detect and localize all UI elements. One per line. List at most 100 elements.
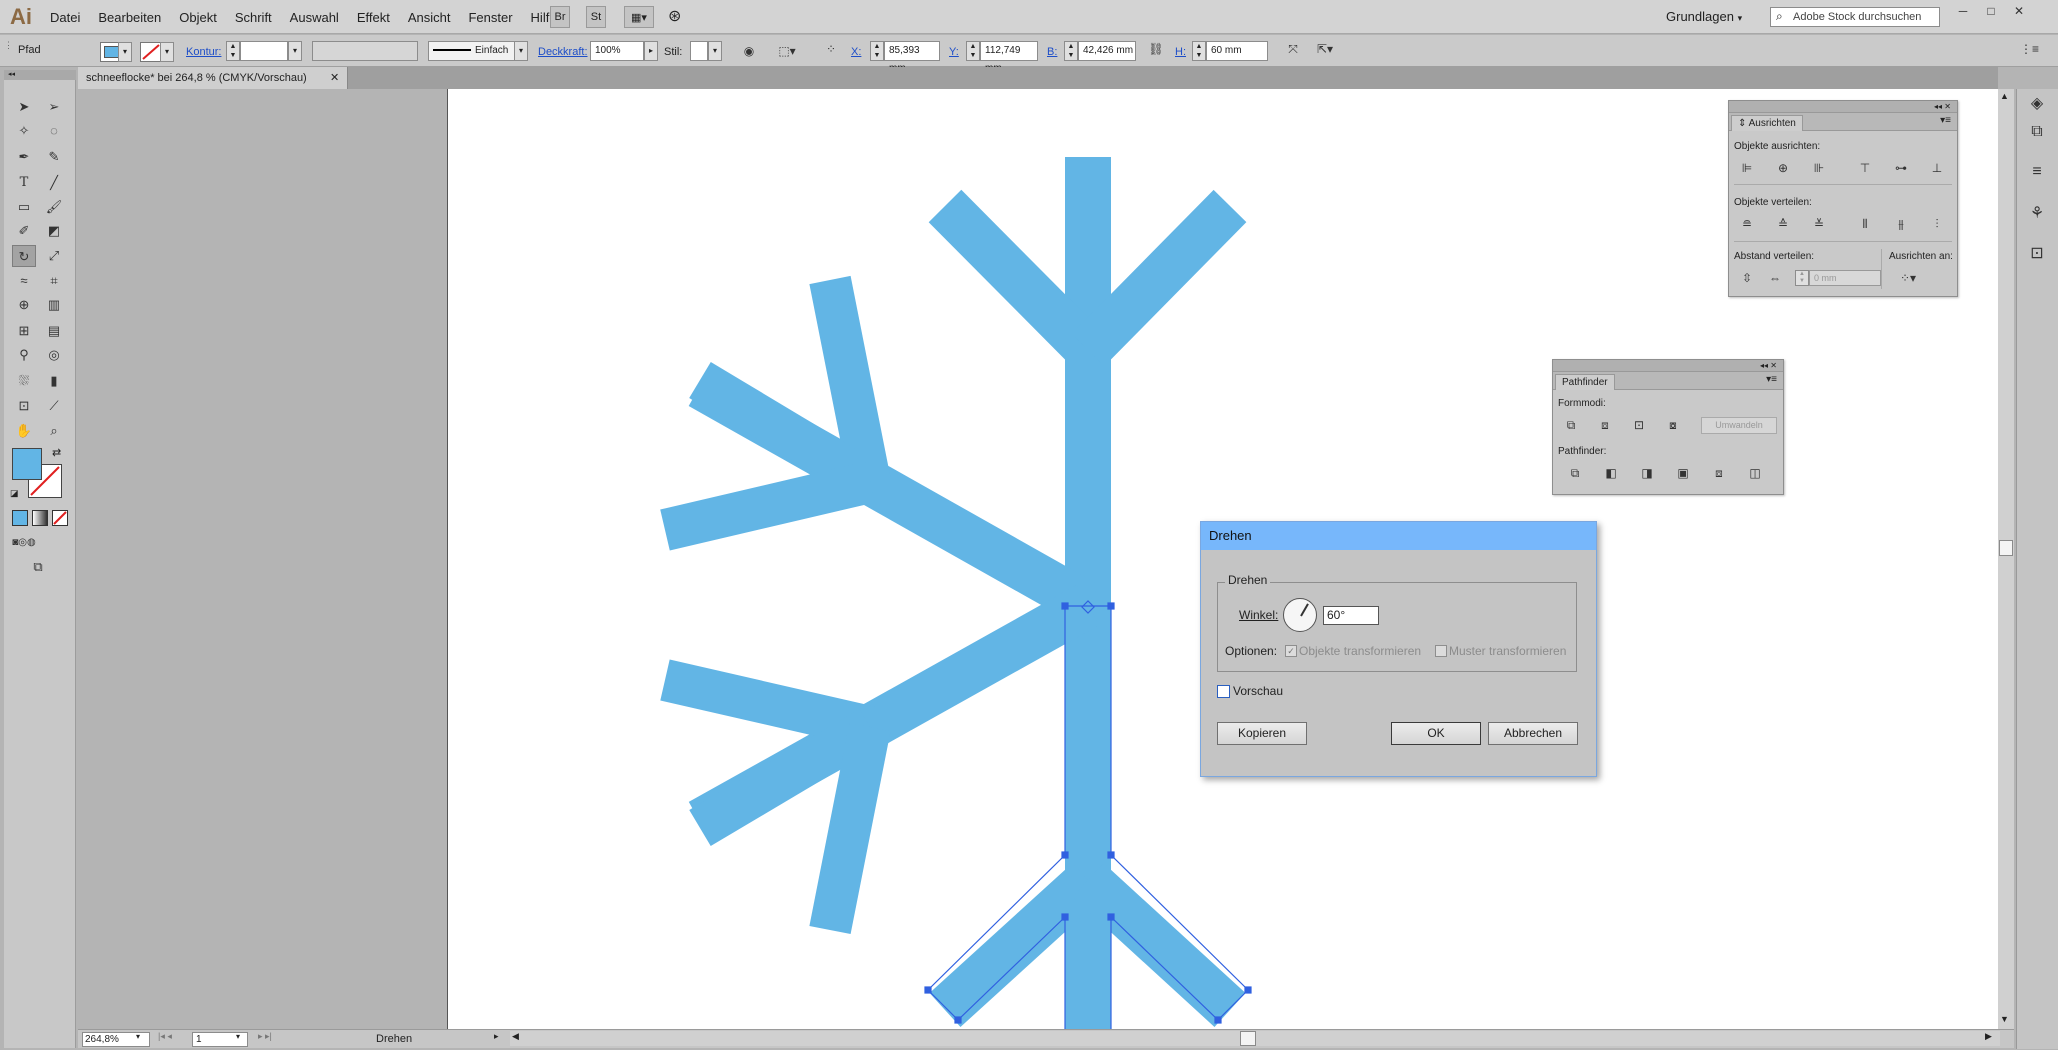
isolate-icon[interactable]: ⇱▾ xyxy=(1316,41,1334,57)
workspace-switcher[interactable]: Grundlagen ▾ xyxy=(1666,9,1742,24)
rectangle-tool-icon[interactable]: ▭ xyxy=(12,196,36,218)
width-tool-icon[interactable]: ≈ xyxy=(12,270,36,292)
default-colors-icon[interactable]: ◪ xyxy=(10,488,19,499)
width-field[interactable]: 42,426 mm xyxy=(1078,41,1136,61)
zoom-tool-icon[interactable]: ⌕ xyxy=(42,420,66,442)
align-top-icon[interactable]: ⊤ xyxy=(1855,159,1875,177)
maximize-button[interactable]: □ xyxy=(1978,2,2004,20)
preview-checkbox[interactable] xyxy=(1217,685,1230,698)
trim-icon[interactable]: ◧ xyxy=(1601,464,1621,482)
outline-icon[interactable]: ⧈ xyxy=(1709,464,1729,482)
anchor-point[interactable] xyxy=(954,1016,962,1024)
divide-icon[interactable]: ⧉ xyxy=(1565,464,1585,482)
distribute-left-icon[interactable]: ⫴ xyxy=(1855,215,1875,233)
exclude-icon[interactable]: ⧇ xyxy=(1663,416,1683,434)
eyedropper-tool-icon[interactable]: ⚲ xyxy=(12,344,36,366)
unite-icon[interactable]: ⧉ xyxy=(1561,416,1581,434)
type-tool-icon[interactable]: T xyxy=(12,172,36,194)
artboards-panel-icon[interactable]: ⧉ xyxy=(2024,120,2050,144)
symbol-sprayer-tool-icon[interactable]: ⛆ xyxy=(12,370,36,392)
lower-left-sub-branch-a[interactable] xyxy=(660,659,875,748)
anchor-point[interactable] xyxy=(1244,986,1252,994)
menu-auswahl[interactable]: Auswahl xyxy=(290,10,339,25)
panel-menu-icon[interactable]: ▾≡ xyxy=(1940,115,1951,126)
minimize-button[interactable]: ─ xyxy=(1950,2,1976,20)
minus-front-icon[interactable]: ⧈ xyxy=(1595,416,1615,434)
transform-patterns-checkbox[interactable] xyxy=(1435,645,1447,657)
minus-back-icon[interactable]: ◫ xyxy=(1745,464,1765,482)
stroke-dropdown-icon[interactable]: ▾ xyxy=(160,42,174,62)
hand-tool-icon[interactable]: ✋ xyxy=(12,420,36,442)
merge-icon[interactable]: ◨ xyxy=(1637,464,1657,482)
fill-color-front[interactable] xyxy=(12,448,42,480)
vertical-scroll-thumb[interactable] xyxy=(1999,540,2013,556)
opacity-field[interactable]: 100% xyxy=(590,41,644,61)
recolor-artwork-icon[interactable]: ◉ xyxy=(740,43,758,59)
shaper-tool-icon[interactable]: ✐ xyxy=(12,220,36,242)
artboard-tool-icon[interactable]: ⊡ xyxy=(12,395,36,417)
align-horizontal-center-icon[interactable]: ⊕ xyxy=(1773,159,1793,177)
slice-tool-icon[interactable]: ⟋ xyxy=(42,395,66,417)
spacing-field[interactable]: 0 mm xyxy=(1809,270,1881,286)
distribute-vertical-center-icon[interactable]: ≙ xyxy=(1773,215,1793,233)
gradient-tool-icon[interactable]: ▤ xyxy=(42,320,66,342)
width-spinner[interactable]: ▲ ▼ xyxy=(1064,41,1078,61)
column-graph-tool-icon[interactable]: ▮ xyxy=(42,370,66,392)
document-tab[interactable]: schneeflocke* bei 264,8 % (CMYK/Vorschau… xyxy=(78,67,348,89)
style-swatch[interactable] xyxy=(690,41,708,61)
align-vertical-center-icon[interactable]: ⊶ xyxy=(1891,159,1911,177)
constrain-proportions-icon[interactable]: ⛓ xyxy=(1147,41,1165,57)
distribute-horizontal-center-icon[interactable]: ⫵ xyxy=(1891,215,1911,233)
deckkraft-link[interactable]: Deckkraft: xyxy=(538,46,588,58)
curvature-tool-icon[interactable]: ✎ xyxy=(42,146,66,168)
selection-tool-icon[interactable]: ➤ xyxy=(12,96,36,118)
arrange-documents-icon[interactable]: ▦▾ xyxy=(624,6,654,28)
direct-selection-tool-icon[interactable]: ➢ xyxy=(42,96,66,118)
anchor-point[interactable] xyxy=(924,986,932,994)
close-window-button[interactable]: ✕ xyxy=(2006,2,2032,20)
panel-collapse-bar[interactable]: ◂◂ ✕ xyxy=(1729,101,1957,113)
fill-dropdown-icon[interactable]: ▾ xyxy=(118,42,132,62)
stock-button[interactable]: St xyxy=(586,6,606,28)
align-bottom-icon[interactable]: ⊥ xyxy=(1927,159,1947,177)
zoom-dropdown-icon[interactable]: ▾ xyxy=(136,1032,140,1041)
spacing-spinner[interactable]: ▲ ▼ xyxy=(1795,270,1809,286)
perspective-grid-tool-icon[interactable]: ▥ xyxy=(42,294,66,316)
x-label[interactable]: X: xyxy=(851,46,861,58)
anchor-point[interactable] xyxy=(1061,913,1069,921)
panel-menu-icon[interactable]: ▾≡ xyxy=(1766,374,1777,385)
none-mode-icon[interactable] xyxy=(52,510,68,526)
paintbrush-tool-icon[interactable]: 🖌 xyxy=(42,196,66,218)
line-tool-icon[interactable]: ╱ xyxy=(42,172,66,194)
lasso-tool-icon[interactable]: ◌ xyxy=(42,120,66,142)
scroll-down-arrow-icon[interactable]: ▼ xyxy=(2000,1014,2009,1024)
brushes-panel-icon[interactable]: ⚘ xyxy=(2024,202,2050,226)
y-spinner[interactable]: ▲ ▼ xyxy=(966,41,980,61)
rotate-tool-icon[interactable]: ↻ xyxy=(12,245,36,267)
distribute-horizontal-space-icon[interactable]: ⇔ xyxy=(1765,269,1785,287)
align-right-icon[interactable]: ⊪ xyxy=(1809,159,1829,177)
menu-datei[interactable]: Datei xyxy=(50,10,80,25)
opacity-arrow-icon[interactable]: ▸ xyxy=(644,41,658,61)
y-field[interactable]: 112,749 mm xyxy=(980,41,1038,74)
blend-tool-icon[interactable]: ◎ xyxy=(42,344,66,366)
ok-button[interactable]: OK xyxy=(1391,722,1481,745)
horizontal-scroll-thumb[interactable] xyxy=(1240,1031,1256,1046)
scale-tool-icon[interactable]: ⤢ xyxy=(42,245,66,267)
x-spinner[interactable]: ▲ ▼ xyxy=(870,41,884,61)
anchor-point[interactable] xyxy=(1214,1016,1222,1024)
menu-fenster[interactable]: Fenster xyxy=(468,10,512,25)
draw-normal-icon[interactable]: ◙◎◍ xyxy=(12,532,36,554)
menu-ansicht[interactable]: Ansicht xyxy=(408,10,451,25)
intersect-icon[interactable]: ⊡ xyxy=(1629,416,1649,434)
eraser-tool-icon[interactable]: ◩ xyxy=(42,220,66,242)
x-field[interactable]: 85,393 mm xyxy=(884,41,940,74)
stroke-weight-spinner[interactable]: ▲ ▼ xyxy=(226,41,240,61)
menu-schrift[interactable]: Schrift xyxy=(235,10,272,25)
align-panel-tab[interactable]: ⇕ Ausrichten xyxy=(1731,115,1803,131)
anchor-point[interactable] xyxy=(1107,851,1115,859)
height-label[interactable]: H: xyxy=(1175,46,1186,58)
stroke-weight-field[interactable] xyxy=(240,41,288,61)
vertical-scrollbar[interactable] xyxy=(1998,89,2014,1029)
menu-objekt[interactable]: Objekt xyxy=(179,10,217,25)
